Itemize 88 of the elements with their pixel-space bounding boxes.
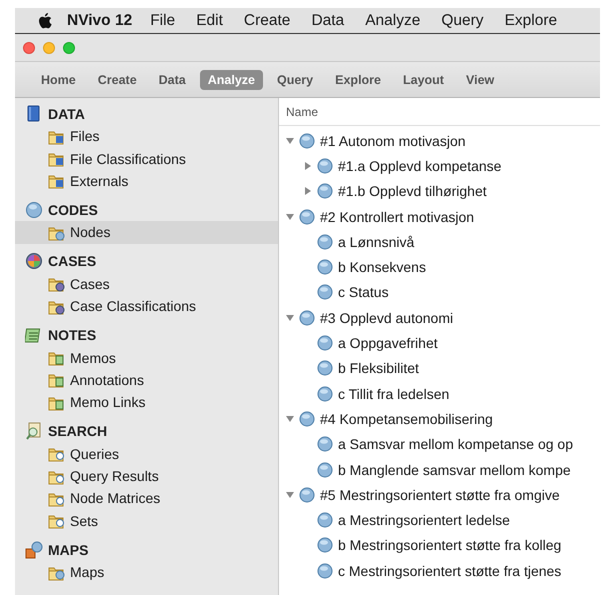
node-circle-icon <box>317 360 333 376</box>
node-name[interactable]: b Mestringsorientert støtte fra kolleg <box>338 537 562 554</box>
app-menu[interactable]: NVivo 12 <box>67 12 132 30</box>
section-heading: MAPS <box>48 542 88 558</box>
node-circle-icon <box>317 234 333 250</box>
menu-item[interactable]: Explore <box>504 12 558 30</box>
sidebar-item[interactable]: Memos <box>15 346 278 369</box>
pie-icon <box>25 252 43 270</box>
node-name[interactable]: b Manglende samsvar mellom kompe <box>338 462 571 478</box>
node-circle-icon <box>317 562 333 579</box>
node-name[interactable]: a Mestringsorientert ledelse <box>338 512 510 528</box>
sidebar-item[interactable]: Annotations <box>15 368 278 392</box>
magnifier-icon <box>25 422 43 440</box>
section-heading: SEARCH <box>48 423 108 440</box>
node-name[interactable]: #1.a Opplevd kompetanse <box>338 158 502 174</box>
node-name[interactable]: #1 Autonom motivasjon <box>320 132 466 149</box>
section-heading: DATA <box>48 106 85 122</box>
node-name[interactable]: b Konsekvens <box>338 259 426 276</box>
section-heading: NOTES <box>48 326 96 343</box>
sidebar-item[interactable]: Files <box>15 125 278 148</box>
node-name[interactable]: a Oppgavefrihet <box>338 335 438 352</box>
ribbon-tab[interactable]: Create <box>90 70 145 90</box>
circle-icon <box>25 200 43 219</box>
ribbon-tab[interactable]: Layout <box>395 70 452 90</box>
node-circle-icon <box>317 512 333 528</box>
expanded-triangle-icon[interactable] <box>285 414 295 424</box>
sidebar-item[interactable]: Node Matrices <box>15 487 278 510</box>
menu-item[interactable]: Create <box>244 12 290 30</box>
node-circle-icon <box>317 158 333 174</box>
node-circle-icon <box>299 310 315 326</box>
sidebar-item[interactable]: Queries <box>15 442 278 465</box>
menu-item[interactable]: File <box>150 12 176 30</box>
zoom-button[interactable] <box>63 42 75 54</box>
node-circle-icon <box>299 486 315 503</box>
sidebar-item[interactable]: Maps <box>15 561 278 584</box>
menu-item[interactable]: Data <box>311 12 344 30</box>
node-name[interactable]: #4 Kompetansemobilisering <box>320 410 493 427</box>
ribbon-tab[interactable]: Data <box>150 70 194 90</box>
node-name[interactable]: #2 Kontrollert motivasjon <box>320 208 474 225</box>
shapes-icon <box>25 540 43 559</box>
ribbon-tab[interactable]: Home <box>33 70 84 90</box>
sidebar-item[interactable]: Case Classifications <box>15 294 278 318</box>
sidebar-item[interactable]: Nodes <box>15 221 278 244</box>
node-circle-icon <box>317 284 333 300</box>
expanded-triangle-icon[interactable] <box>285 212 295 222</box>
node-name[interactable]: b Fleksibilitet <box>338 360 419 376</box>
node-circle-icon <box>299 132 315 149</box>
node-circle-icon <box>317 462 333 478</box>
node-circle-icon <box>317 386 333 402</box>
expanded-triangle-icon[interactable] <box>285 490 295 500</box>
sidebar-item[interactable]: Query Results <box>15 464 278 488</box>
column-header[interactable]: Name <box>286 104 318 118</box>
node-circle-icon <box>317 259 333 276</box>
node-circle-icon <box>299 208 315 225</box>
sidebar-item[interactable]: Cases <box>15 272 278 295</box>
node-name[interactable]: #1.b Opplevd tilhørighet <box>338 183 487 200</box>
section-heading: CODES <box>48 202 98 218</box>
section-heading: CASES <box>48 253 96 270</box>
close-button[interactable] <box>23 42 35 54</box>
ribbon-tab[interactable]: View <box>458 70 502 90</box>
node-name[interactable]: #3 Opplevd autonomi <box>320 310 454 326</box>
menu-item[interactable]: Edit <box>196 12 223 30</box>
node-name[interactable]: c Status <box>338 284 389 300</box>
expanded-triangle-icon[interactable] <box>285 312 295 323</box>
sidebar-item[interactable]: Memo Links <box>15 391 278 414</box>
notepad-icon <box>25 326 43 344</box>
node-name[interactable]: #5 Mestringsorientert støtte fra omgive <box>320 486 560 503</box>
sidebar-item[interactable]: File Classifications <box>15 147 278 170</box>
node-name[interactable]: c Tillit fra ledelsen <box>338 386 450 402</box>
collapsed-triangle-icon[interactable] <box>303 186 313 196</box>
minimize-button[interactable] <box>43 42 55 54</box>
node-circle-icon <box>317 335 333 352</box>
menu-item[interactable]: Analyze <box>365 12 420 30</box>
menu-item[interactable]: Query <box>441 12 484 30</box>
node-name[interactable]: a Samsvar mellom kompetanse og op <box>338 436 573 452</box>
ribbon-tab[interactable]: Query <box>269 70 322 90</box>
node-name[interactable]: c Mestringsorientert støtte fra tjenes <box>338 562 562 579</box>
sidebar-item[interactable]: Externals <box>15 170 278 192</box>
node-circle-icon <box>317 537 333 554</box>
node-circle-icon <box>317 183 333 200</box>
expanded-triangle-icon[interactable] <box>285 136 295 146</box>
node-circle-icon <box>317 436 333 452</box>
node-circle-icon <box>299 410 315 427</box>
ribbon-tab[interactable]: Explore <box>327 70 389 90</box>
collapsed-triangle-icon[interactable] <box>303 160 313 171</box>
apple-icon <box>37 12 53 30</box>
node-name[interactable]: a Lønnsnivå <box>338 234 414 250</box>
sidebar-item[interactable]: Sets <box>15 510 278 532</box>
